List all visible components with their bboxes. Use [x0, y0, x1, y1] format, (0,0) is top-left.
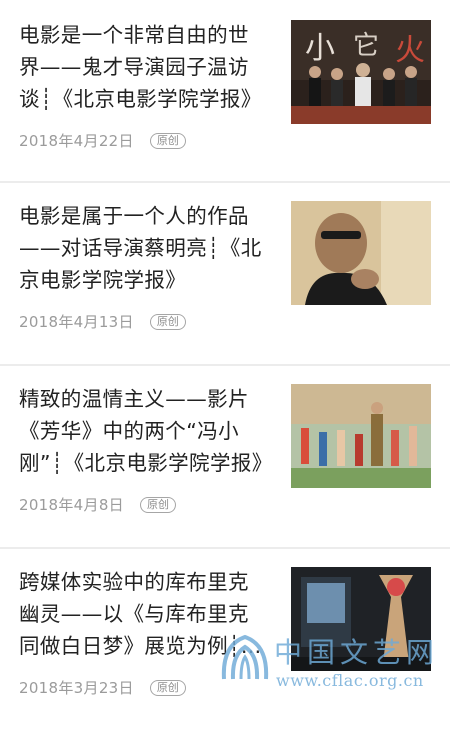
original-badge: 原创	[139, 496, 176, 513]
divider	[0, 547, 450, 549]
article-meta: 2018年4月8日 原创	[19, 494, 176, 515]
svg-text:小: 小	[305, 31, 335, 66]
article-item[interactable]: 电影是一个非常自由的世界——鬼才导演园子温访谈┊《北京电影学院学报》 2018年…	[0, 0, 450, 182]
article-item[interactable]: 跨媒体实验中的库布里克幽灵——以《与库布里克同做白日梦》展览为例┊《北京电影学院…	[0, 547, 450, 729]
article-date: 2018年3月23日	[19, 679, 134, 697]
article-title: 跨媒体实验中的库布里克幽灵——以《与库布里克同做白日梦》展览为例┊《北京电影学院…	[19, 570, 249, 658]
article-meta: 2018年4月22日 原创	[19, 130, 186, 151]
article-date: 2018年4月8日	[19, 496, 124, 514]
article-title: 电影是一个非常自由的世界——鬼才导演园子温访谈┊《北京电影学院学报》	[19, 23, 262, 111]
article-title: 精致的温情主义——影片《芳华》中的两个“冯小刚”┊《北京电影学院学报》	[19, 387, 269, 475]
article-thumbnail	[291, 567, 431, 671]
article-meta: 2018年4月13日 原创	[19, 311, 186, 332]
article-meta: 2018年3月23日 原创	[19, 677, 186, 698]
article-thumbnail: 小 它 火	[291, 20, 431, 124]
divider	[0, 181, 450, 183]
svg-text:它: 它	[353, 31, 379, 61]
svg-text:火: 火	[395, 33, 425, 68]
article-item[interactable]: 精致的温情主义——影片《芳华》中的两个“冯小刚”┊《北京电影学院学报》 2018…	[0, 364, 450, 546]
article-thumbnail	[291, 201, 431, 305]
article-date: 2018年4月22日	[19, 132, 134, 150]
divider	[0, 364, 450, 366]
article-date: 2018年4月13日	[19, 313, 134, 331]
article-thumbnail	[291, 384, 431, 488]
article-item[interactable]: 电影是属于一个人的作品——对话导演蔡明亮┊《北京电影学院学报》 2018年4月1…	[0, 181, 450, 363]
original-badge: 原创	[149, 679, 186, 696]
original-badge: 原创	[149, 313, 186, 330]
article-title: 电影是属于一个人的作品——对话导演蔡明亮┊《北京电影学院学报》	[19, 204, 262, 292]
original-badge: 原创	[149, 132, 186, 149]
